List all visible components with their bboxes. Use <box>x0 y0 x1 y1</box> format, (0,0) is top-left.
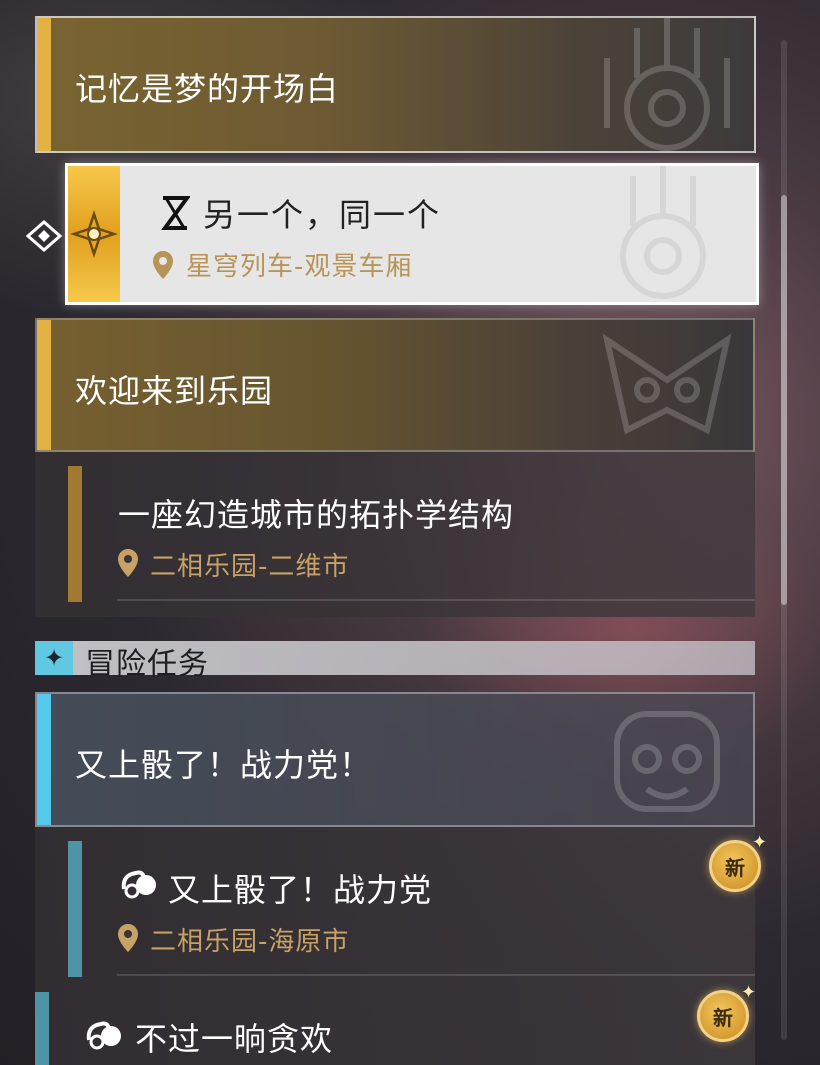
quest-accent-bar <box>37 18 51 151</box>
category-label: 冒险任务 <box>85 647 209 682</box>
main-quest-card[interactable]: 记忆是梦的开场白 <box>35 16 756 153</box>
scrollbar-thumb[interactable] <box>781 195 787 605</box>
sub-quest-card[interactable]: 不过一晌贪欢 <box>35 992 755 1065</box>
sub-quest-title: 又上骰了！战力党 <box>168 871 433 909</box>
sub-quest-title: 一座幻造城市的拓扑学结构 <box>118 496 515 534</box>
selected-quest-card[interactable]: 另一个，同一个 星穹列车-观景车厢 <box>65 163 759 305</box>
main-quest-title: 记忆是梦的开场白 <box>75 70 340 108</box>
sub-quest-title: 不过一晌贪欢 <box>135 1020 334 1058</box>
divider <box>117 974 755 976</box>
location-pin-icon <box>118 549 138 577</box>
selection-arrow-icon <box>26 220 63 252</box>
star-compass-icon <box>70 210 118 258</box>
dice-quest-icon <box>86 1021 121 1050</box>
quest-accent-bar <box>35 992 49 1065</box>
quest-accent-bar <box>68 841 82 977</box>
adventure-category-header[interactable]: ✦ 冒险任务 <box>35 641 755 682</box>
quest-accent-bar <box>68 466 82 602</box>
mask-emblem-icon <box>602 333 732 435</box>
divider <box>117 599 755 601</box>
sub-quest-location: 二相乐园-海原市 <box>150 927 350 957</box>
adventure-quest-card[interactable]: 又上骰了！战力党！ <box>35 692 755 827</box>
dice-quest-icon <box>121 870 156 899</box>
sparkle-icon: ✦ <box>35 641 73 675</box>
quest-accent-bar <box>37 320 51 450</box>
adventure-quest-title: 又上骰了！战力党！ <box>75 746 373 784</box>
main-quest-card[interactable]: 欢迎来到乐园 <box>35 318 755 452</box>
train-emblem-icon <box>620 166 706 299</box>
location-pin-icon <box>118 924 138 952</box>
sparkle-icon: ✦ <box>741 982 757 1003</box>
train-emblem-icon <box>604 18 730 151</box>
main-quest-title: 欢迎来到乐园 <box>75 372 274 410</box>
sub-quest-location: 二相乐园-二维市 <box>150 552 350 582</box>
selected-quest-location: 星穹列车-观景车厢 <box>186 252 413 282</box>
sub-quest-card[interactable]: 又上骰了！战力党 二相乐园-海原市 <box>35 827 755 992</box>
quest-accent-bar <box>37 694 51 825</box>
sparkle-icon: ✦ <box>752 832 768 853</box>
sub-quest-card[interactable]: 一座幻造城市的拓扑学结构 二相乐园-二维市 <box>35 452 755 617</box>
raccoon-emblem-icon <box>614 711 720 812</box>
quest-type-badge <box>68 166 120 302</box>
location-pin-icon <box>153 251 173 279</box>
selected-quest-title: 另一个，同一个 <box>203 196 442 234</box>
hourglass-icon <box>161 196 190 230</box>
